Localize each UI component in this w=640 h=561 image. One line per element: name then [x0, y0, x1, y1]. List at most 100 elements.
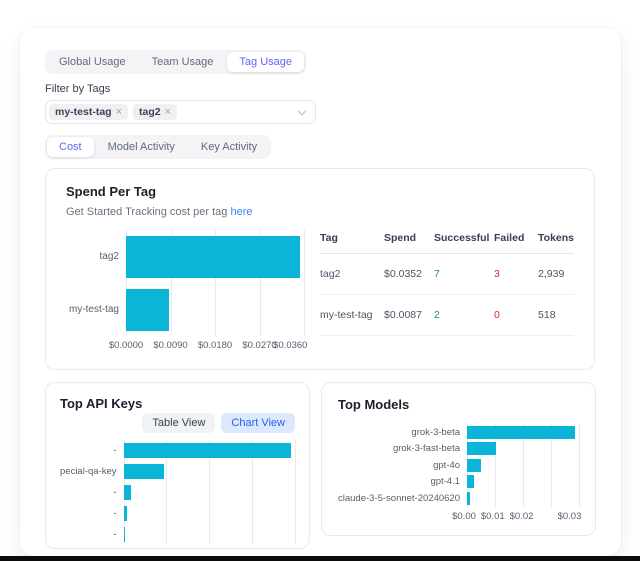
category-label: my-test-tag — [66, 283, 126, 336]
bar-row — [467, 441, 579, 458]
chart-view-button[interactable]: Chart View — [221, 413, 295, 433]
top-api-keys-card: Top API Keys Table View Chart View -peci… — [45, 382, 310, 549]
bar-row — [124, 524, 296, 545]
category-label: gpt-4o — [338, 457, 467, 474]
tab-tag-usage[interactable]: Tag Usage — [227, 52, 304, 72]
remove-tag-icon[interactable]: × — [116, 107, 122, 118]
bar[interactable] — [467, 426, 575, 439]
remove-tag-icon[interactable]: × — [165, 107, 171, 118]
spend-table: Tag Spend Successful Failed Tokens tag2 … — [320, 230, 574, 351]
table-row: my-test-tag $0.0087 2 0 518 — [320, 295, 574, 336]
selected-tag-pill: tag2 × — [133, 104, 177, 120]
cell-spend: $0.0352 — [384, 268, 434, 280]
bar-row — [467, 424, 579, 441]
card-title: Top API Keys — [60, 396, 295, 411]
cell-failed: 3 — [494, 268, 538, 280]
cell-spend: $0.0087 — [384, 309, 434, 321]
category-label: gpt-4.1 — [338, 474, 467, 491]
bar[interactable] — [467, 475, 474, 488]
col-header-spend: Spend — [384, 230, 434, 253]
chart-body: tag2my-test-tag — [66, 230, 304, 336]
bottom-cards-row: Top API Keys Table View Chart View -peci… — [45, 382, 596, 549]
filter-by-tags-label: Filter by Tags — [45, 83, 596, 95]
chart-body: -pecial-qa-key--- — [60, 440, 295, 545]
usage-tabs: Global Usage Team Usage Tag Usage — [45, 50, 306, 74]
col-header-tag: Tag — [320, 230, 384, 253]
bar[interactable] — [124, 464, 165, 479]
x-tick-label: $0.00 — [452, 511, 476, 522]
chevron-down-icon[interactable] — [297, 108, 307, 118]
category-label: - — [60, 482, 124, 503]
view-tabs: Cost Model Activity Key Activity — [45, 135, 271, 159]
tag-pill-label: tag2 — [139, 106, 161, 118]
category-label: - — [60, 440, 124, 461]
bar-row — [467, 490, 579, 507]
x-tick-label: $0.01 — [481, 511, 505, 522]
x-tick-label: $0.03 — [558, 511, 582, 522]
category-label: claude-3-5-sonnet-20240620 — [338, 490, 467, 507]
bar[interactable] — [126, 289, 169, 331]
card-subtitle: Get Started Tracking cost per tag here — [66, 206, 574, 218]
tab-model-activity[interactable]: Model Activity — [96, 137, 187, 157]
top-models-chart: grok-3-betagrok-3-fast-betagpt-4ogpt-4.1… — [338, 424, 579, 522]
plot-area — [126, 230, 304, 336]
bar[interactable] — [124, 485, 132, 500]
cell-tokens: 518 — [538, 309, 574, 321]
here-link[interactable]: here — [230, 206, 252, 218]
app-container: Global Usage Team Usage Tag Usage Filter… — [20, 28, 621, 556]
gridline — [579, 424, 580, 507]
tab-key-activity[interactable]: Key Activity — [189, 137, 269, 157]
plot-area — [124, 440, 296, 545]
x-tick-label: $0.0270 — [242, 340, 276, 351]
bar-row — [124, 503, 296, 524]
table-view-button[interactable]: Table View — [142, 413, 215, 433]
top-models-card: Top Models grok-3-betagrok-3-fast-betagp… — [321, 382, 596, 536]
category-label: tag2 — [66, 230, 126, 283]
bar-row — [126, 283, 304, 336]
bar[interactable] — [467, 459, 481, 472]
bar[interactable] — [124, 506, 127, 521]
x-tick-label: $0.0000 — [109, 340, 143, 351]
bar-row — [124, 461, 296, 482]
bar[interactable] — [126, 236, 300, 278]
tab-global-usage[interactable]: Global Usage — [47, 52, 138, 72]
bar[interactable] — [124, 443, 292, 458]
bar[interactable] — [467, 492, 470, 505]
tab-cost[interactable]: Cost — [47, 137, 94, 157]
col-header-successful: Successful — [434, 230, 494, 253]
tab-team-usage[interactable]: Team Usage — [140, 52, 226, 72]
x-axis: $0.0000$0.0090$0.0180$0.0270$0.0360 — [126, 336, 304, 351]
col-header-failed: Failed — [494, 230, 538, 253]
cell-tag: tag2 — [320, 268, 384, 280]
y-axis-labels: grok-3-betagrok-3-fast-betagpt-4ogpt-4.1… — [338, 424, 467, 507]
col-header-tokens: Tokens — [538, 230, 574, 253]
tag-pill-label: my-test-tag — [55, 106, 112, 118]
cell-tag: my-test-tag — [320, 309, 384, 321]
y-axis-labels: tag2my-test-tag — [66, 230, 126, 336]
tag-filter-select[interactable]: my-test-tag × tag2 × — [45, 100, 316, 124]
cell-successful: 7 — [434, 268, 494, 280]
bar-row — [467, 474, 579, 491]
bar-row — [467, 457, 579, 474]
selected-tag-pill: my-test-tag × — [49, 104, 128, 120]
top-api-keys-chart: -pecial-qa-key--- — [60, 440, 295, 545]
cell-tokens: 2,939 — [538, 268, 574, 280]
x-tick-label: $0.0180 — [198, 340, 232, 351]
bar-row — [124, 440, 296, 461]
card-title: Top Models — [338, 397, 579, 412]
cell-successful: 2 — [434, 309, 494, 321]
gridline — [304, 230, 305, 336]
y-axis-labels: -pecial-qa-key--- — [60, 440, 124, 545]
table-row: tag2 $0.0352 7 3 2,939 — [320, 254, 574, 295]
bar[interactable] — [467, 442, 496, 455]
chart-body: grok-3-betagrok-3-fast-betagpt-4ogpt-4.1… — [338, 424, 579, 507]
category-label: - — [60, 503, 124, 524]
x-tick-label: $0.02 — [510, 511, 534, 522]
x-tick-label: $0.0090 — [153, 340, 187, 351]
plot-area — [467, 424, 579, 507]
card-title: Spend Per Tag — [66, 184, 574, 199]
cell-failed: 0 — [494, 309, 538, 321]
x-tick-label: $0.0360 — [273, 340, 307, 351]
footer-bar — [0, 556, 640, 561]
table-header-row: Tag Spend Successful Failed Tokens — [320, 230, 574, 254]
